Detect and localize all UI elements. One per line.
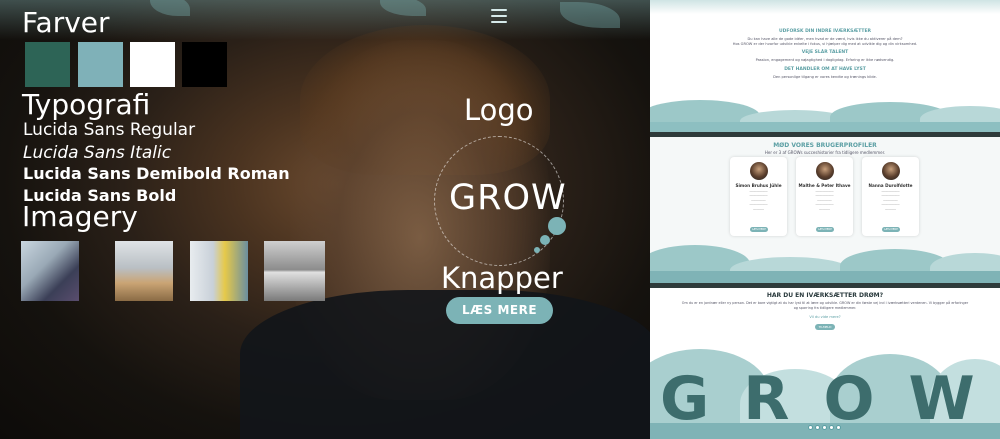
profile-text-lines: ────────── ────────── ──────── ────────── ──… xyxy=(749,190,768,212)
signup-body-text: Om du er en jordnær eller ny person. Det… xyxy=(681,301,969,310)
signup-body: Om du er en jordnær eller ny person. Det… xyxy=(680,301,970,311)
moodboard-hero: Farver Typografi Lucida Sans Regular Luc… xyxy=(0,0,650,439)
profile-name: Simon Bruhus Jühle xyxy=(735,183,782,188)
signup-heading: HAR DU EN IVÆRKSÆTTER DRØM? xyxy=(766,292,884,299)
font-sample-italic: Lucida Sans Italic xyxy=(23,143,172,163)
profiles-heading: MØD VORES BRUGERPROFILER xyxy=(773,142,877,149)
profile-text-lines: ────────── ────────── ──────── ────────── ──… xyxy=(815,190,834,212)
social-icon[interactable] xyxy=(808,425,813,430)
profile-avatar xyxy=(882,162,900,180)
hamburger-menu-icon[interactable] xyxy=(491,9,507,23)
grow-logo: GROW xyxy=(449,178,567,218)
logo-bubble xyxy=(534,247,540,253)
social-icon[interactable] xyxy=(822,425,827,430)
intro-heading-2: VEJE SLÅR TALENT xyxy=(801,50,849,55)
intro-text-2: Passion, engagement og nøjagtighed i dag… xyxy=(755,58,895,62)
profile-text-lines: ────────── ────────── ──────── ────────── ──… xyxy=(881,190,900,212)
profiles-subheading: Her er 3 af GROWs succeshistorier fra ti… xyxy=(764,150,886,155)
imagery-photo-3 xyxy=(190,241,248,301)
portrait-shirt xyxy=(240,290,650,439)
social-icon[interactable] xyxy=(836,425,841,430)
colors-heading: Farver xyxy=(22,6,110,39)
imagery-photo-1 xyxy=(21,241,79,301)
mockup-intro-section: UDFORSK DIN INDRE IVÆRKSÆTTER Du kan hav… xyxy=(650,0,1000,132)
top-foliage-decoration xyxy=(650,0,1000,14)
logo-heading: Logo xyxy=(464,93,534,127)
signup-link[interactable]: Vil du vide mere? xyxy=(650,315,1000,319)
color-swatch-white xyxy=(130,42,175,87)
social-icon[interactable] xyxy=(829,425,834,430)
profile-avatar xyxy=(816,162,834,180)
font-sample-demibold: Lucida Sans Demibold Roman xyxy=(23,164,290,183)
intro-heading-3: DET HANDLER OM AT HAVE LYST xyxy=(784,67,866,72)
teal-footer-band xyxy=(650,122,1000,132)
logo-bubble xyxy=(548,217,566,235)
intro-heading-1: UDFORSK DIN INDRE IVÆRKSÆTTER xyxy=(779,29,871,34)
social-icon[interactable] xyxy=(815,425,820,430)
buttons-heading: Knapper xyxy=(441,261,563,295)
profile-name: Nanna Durolfdotte xyxy=(868,183,913,188)
mockup-profiles-section: MØD VORES BRUGERPROFILER Her er 3 af GRO… xyxy=(650,137,1000,283)
logo-bubble xyxy=(540,235,550,245)
teal-footer-band xyxy=(650,271,1000,283)
profile-name: Malthe & Peter Ithave xyxy=(798,183,851,188)
color-swatch-green xyxy=(25,42,70,87)
profile-card: Nanna Durolfdotte ────────── ────────── ──… xyxy=(862,157,919,236)
imagery-photo-4 xyxy=(264,241,325,301)
imagery-photo-2 xyxy=(115,241,173,301)
font-sample-regular: Lucida Sans Regular xyxy=(23,120,196,140)
signup-button[interactable]: TILMELD xyxy=(815,324,835,330)
profile-read-more-button[interactable]: LÆS MERE xyxy=(816,227,834,232)
intro-text-1: Du kan have alle de gode idéer, men hvad… xyxy=(747,37,903,41)
profile-avatar xyxy=(750,162,768,180)
intro-text-3: Den personlige tilgang er vores kendte o… xyxy=(773,75,877,79)
imagery-heading: Imagery xyxy=(22,200,138,233)
color-swatch-black xyxy=(182,42,227,87)
mockup-signup-section: HAR DU EN IVÆRKSÆTTER DRØM? Om du er en … xyxy=(650,288,1000,439)
profile-card: Malthe & Peter Ithave ────────── ────────… xyxy=(796,157,853,236)
profile-card: Simon Bruhus Jühle ────────── ────────── ─… xyxy=(730,157,787,236)
color-swatch-teal xyxy=(78,42,123,87)
typography-heading: Typografi xyxy=(22,88,151,121)
profile-read-more-button[interactable]: LÆS MERE xyxy=(750,227,768,232)
read-more-button[interactable]: LÆS MERE xyxy=(446,297,553,324)
profile-read-more-button[interactable]: LÆS MERE xyxy=(882,227,900,232)
intro-text-1b: Hos GROW er der hvorfor udvikle enkelte … xyxy=(732,42,918,46)
